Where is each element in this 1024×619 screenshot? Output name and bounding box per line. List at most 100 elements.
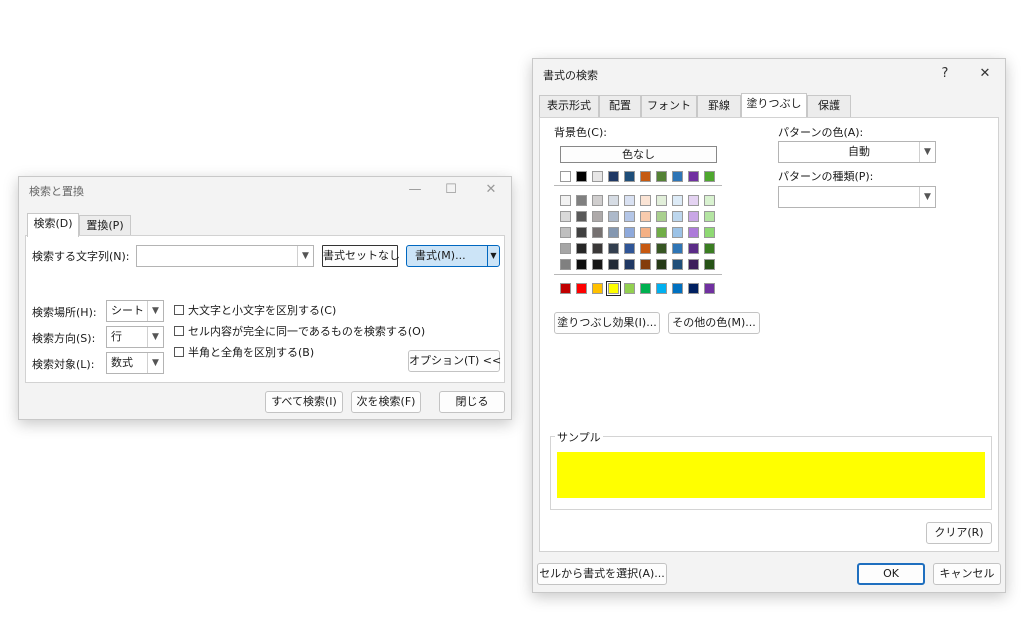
format-dropdown-icon[interactable]: ▼: [487, 246, 499, 266]
tint-color-swatch[interactable]: [640, 195, 651, 206]
find-next-button[interactable]: 次を検索(F): [351, 391, 421, 413]
tint-color-swatch[interactable]: [560, 195, 571, 206]
standard-color-swatch[interactable]: [656, 283, 667, 294]
checkbox-icon[interactable]: [174, 326, 184, 336]
chevron-down-icon[interactable]: ▼: [147, 327, 163, 347]
theme-color-swatch[interactable]: [592, 171, 603, 182]
tint-color-swatch[interactable]: [624, 195, 635, 206]
tint-color-swatch[interactable]: [688, 211, 699, 222]
pattern-style-select[interactable]: ▼: [778, 186, 936, 208]
tint-color-swatch[interactable]: [656, 259, 667, 270]
tab-border[interactable]: 罫線: [697, 95, 741, 117]
pattern-color-select[interactable]: 自動 ▼: [778, 141, 936, 163]
tint-color-swatch[interactable]: [704, 211, 715, 222]
theme-color-swatch[interactable]: [624, 171, 635, 182]
theme-color-swatch[interactable]: [688, 171, 699, 182]
tint-color-swatch[interactable]: [656, 227, 667, 238]
standard-color-swatch[interactable]: [688, 283, 699, 294]
standard-color-swatch[interactable]: [704, 283, 715, 294]
standard-color-swatch[interactable]: [606, 281, 621, 296]
close-button[interactable]: 閉じる: [439, 391, 505, 413]
tab-protection[interactable]: 保護: [807, 95, 851, 117]
tint-color-swatch[interactable]: [688, 227, 699, 238]
tint-color-swatch[interactable]: [608, 227, 619, 238]
tint-color-swatch[interactable]: [624, 227, 635, 238]
fill-effects-button[interactable]: 塗りつぶし効果(I)...: [554, 312, 660, 334]
standard-color-swatch[interactable]: [592, 283, 603, 294]
cancel-button[interactable]: キャンセル: [933, 563, 1001, 585]
chevron-down-icon[interactable]: ▼: [147, 353, 163, 373]
tint-color-swatch[interactable]: [576, 195, 587, 206]
find-what-input[interactable]: ▼: [136, 245, 314, 267]
standard-color-swatch[interactable]: [672, 283, 683, 294]
tint-color-swatch[interactable]: [688, 259, 699, 270]
more-colors-button[interactable]: その他の色(M)...: [668, 312, 760, 334]
close-icon[interactable]: ✕: [971, 63, 999, 85]
tint-color-swatch[interactable]: [656, 195, 667, 206]
tint-color-swatch[interactable]: [576, 243, 587, 254]
direction-select[interactable]: 行 ▼: [106, 326, 164, 348]
choose-from-cell-button[interactable]: セルから書式を選択(A)...: [537, 563, 667, 585]
tint-color-swatch[interactable]: [592, 227, 603, 238]
checkbox-icon[interactable]: [174, 347, 184, 357]
tint-color-swatch[interactable]: [624, 211, 635, 222]
tint-color-swatch[interactable]: [640, 227, 651, 238]
tint-color-swatch[interactable]: [704, 259, 715, 270]
chevron-down-icon[interactable]: ▼: [919, 142, 935, 162]
match-entire-cell-checkbox[interactable]: セル内容が完全に同一であるものを検索する(O): [174, 323, 425, 339]
checkbox-icon[interactable]: [174, 305, 184, 315]
minimize-icon[interactable]: —: [401, 179, 429, 201]
standard-color-swatch[interactable]: [560, 283, 571, 294]
maximize-icon[interactable]: ☐: [437, 179, 465, 201]
match-case-checkbox[interactable]: 大文字と小文字を区別する(C): [174, 302, 336, 318]
theme-color-swatch[interactable]: [576, 171, 587, 182]
match-byte-checkbox[interactable]: 半角と全角を区別する(B): [174, 344, 314, 360]
theme-color-swatch[interactable]: [656, 171, 667, 182]
tab-number[interactable]: 表示形式: [539, 95, 599, 117]
theme-color-swatch[interactable]: [640, 171, 651, 182]
tint-color-swatch[interactable]: [576, 227, 587, 238]
tint-color-swatch[interactable]: [592, 195, 603, 206]
tint-color-swatch[interactable]: [624, 243, 635, 254]
clear-button[interactable]: クリア(R): [926, 522, 992, 544]
chevron-down-icon[interactable]: ▼: [297, 246, 313, 266]
tab-find[interactable]: 検索(D): [27, 213, 79, 237]
help-icon[interactable]: ?: [931, 63, 959, 85]
tint-color-swatch[interactable]: [672, 211, 683, 222]
tint-color-swatch[interactable]: [672, 259, 683, 270]
tint-color-swatch[interactable]: [672, 195, 683, 206]
standard-color-swatch[interactable]: [640, 283, 651, 294]
tint-color-swatch[interactable]: [704, 227, 715, 238]
theme-color-swatch[interactable]: [672, 171, 683, 182]
tint-color-swatch[interactable]: [640, 259, 651, 270]
tint-color-swatch[interactable]: [560, 243, 571, 254]
tint-color-swatch[interactable]: [560, 211, 571, 222]
tint-color-swatch[interactable]: [608, 195, 619, 206]
tint-color-swatch[interactable]: [672, 227, 683, 238]
theme-color-swatch[interactable]: [704, 171, 715, 182]
format-button[interactable]: 書式(M)... ▼: [406, 245, 500, 267]
chevron-down-icon[interactable]: ▼: [147, 301, 163, 321]
tint-color-swatch[interactable]: [672, 243, 683, 254]
within-select[interactable]: シート ▼: [106, 300, 164, 322]
tint-color-swatch[interactable]: [656, 243, 667, 254]
options-button[interactable]: オプション(T) <<: [408, 350, 501, 372]
standard-color-swatch[interactable]: [576, 283, 587, 294]
tint-color-swatch[interactable]: [656, 211, 667, 222]
tint-color-swatch[interactable]: [640, 243, 651, 254]
close-icon[interactable]: ✕: [477, 179, 505, 201]
lookin-select[interactable]: 数式 ▼: [106, 352, 164, 374]
tint-color-swatch[interactable]: [704, 195, 715, 206]
tab-fill[interactable]: 塗りつぶし: [741, 93, 807, 117]
standard-color-swatch[interactable]: [624, 283, 635, 294]
tint-color-swatch[interactable]: [608, 259, 619, 270]
ok-button[interactable]: OK: [857, 563, 925, 585]
no-format-set-button[interactable]: 書式セットなし: [322, 245, 400, 267]
tint-color-swatch[interactable]: [592, 243, 603, 254]
tint-color-swatch[interactable]: [576, 259, 587, 270]
theme-color-swatch[interactable]: [608, 171, 619, 182]
tab-replace[interactable]: 置換(P): [79, 215, 131, 237]
tint-color-swatch[interactable]: [608, 211, 619, 222]
tint-color-swatch[interactable]: [576, 211, 587, 222]
tint-color-swatch[interactable]: [640, 211, 651, 222]
